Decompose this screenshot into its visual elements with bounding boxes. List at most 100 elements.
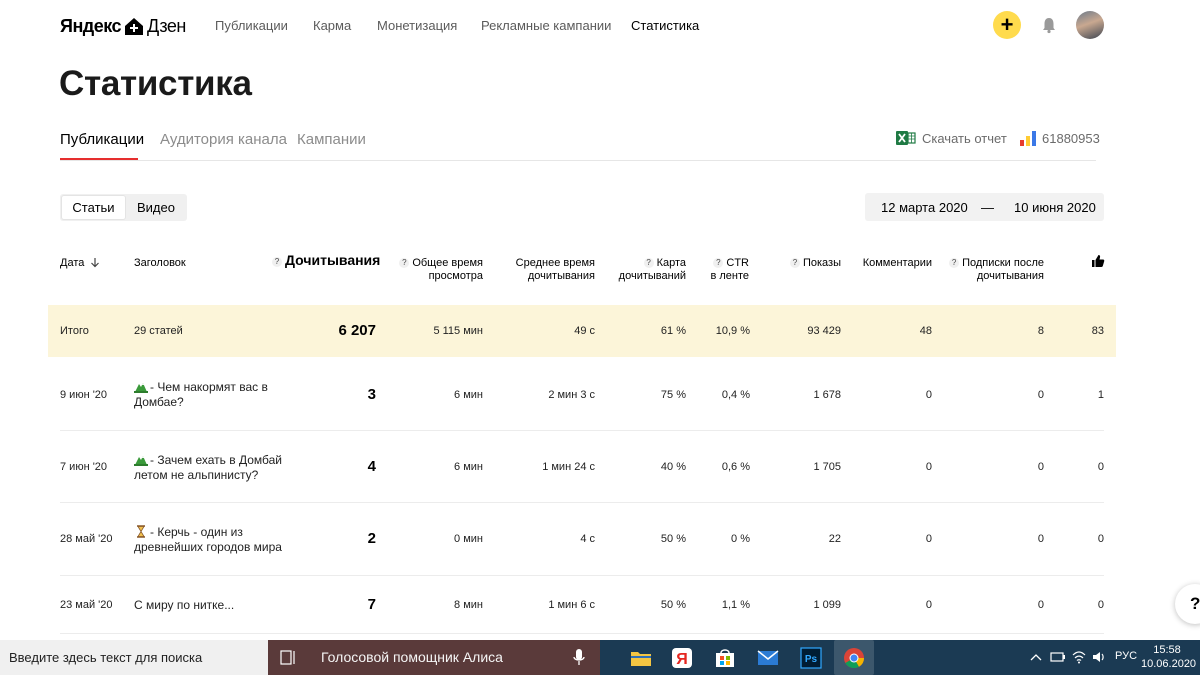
microphone-icon[interactable] (573, 649, 585, 666)
date-range-picker[interactable]: 12 марта 2020 — 10 июня 2020 (865, 193, 1104, 221)
metrika-counter[interactable]: 61880953 (1020, 130, 1100, 146)
header-ctr-line2: в ленте (710, 270, 749, 282)
chrome-active-tab[interactable] (834, 640, 874, 675)
tab-publications[interactable]: Публикации (60, 131, 144, 148)
task-view-icon (280, 650, 295, 665)
row-title-line1: - Зачем ехать в Домбай (150, 453, 282, 467)
metrika-counter-id: 61880953 (1042, 130, 1100, 146)
totals-article-count: 29 статей (134, 325, 183, 337)
nav-monetization[interactable]: Монетизация (377, 18, 457, 33)
header-reads[interactable]: ? Дочитывания (272, 253, 380, 269)
yandex-zen-logo[interactable]: Яндекс Дзен (60, 13, 186, 39)
header-comments[interactable]: Комментарии (855, 257, 932, 270)
totals-subscriptions: 8 (1037, 325, 1044, 337)
totals-read-map: 61 % (660, 325, 686, 337)
nav-karma[interactable]: Карма (313, 18, 351, 33)
header-total-time-line1: Общее время (412, 257, 483, 269)
house-icon (125, 18, 144, 35)
input-language[interactable]: РУС (1115, 650, 1137, 662)
row-date: 9 июн '20 (60, 389, 108, 401)
segment-video[interactable]: Видео (127, 196, 185, 219)
bell-icon[interactable] (1040, 16, 1058, 34)
download-report-button[interactable]: Скачать отчет (896, 130, 1007, 146)
alisa-voice-assistant[interactable]: Голосовой помощник Алиса (308, 640, 600, 675)
header-avg-time-line2: дочитывания (527, 270, 595, 282)
help-icon[interactable]: ? (643, 258, 654, 268)
taskbar-search-input[interactable]: Введите здесь текст для поиска (0, 640, 268, 675)
row-title-link[interactable]: - Чем накормят вас в Домбае? (134, 380, 268, 410)
content-type-switch: Статьи Видео (60, 194, 187, 221)
row-date: 23 май '20 (60, 599, 113, 611)
totals-row: Итого 29 статей 6 207 5 115 мин 49 с 61 … (48, 305, 1116, 357)
row-avg-time: 2 мин 3 с (548, 389, 595, 401)
header-shows-label: Показы (802, 257, 841, 269)
help-icon[interactable]: ? (789, 258, 800, 268)
nav-statistics[interactable]: Статистика (631, 18, 699, 33)
chevron-up-icon[interactable] (1030, 652, 1042, 662)
task-view-button[interactable] (268, 640, 308, 675)
row-date: 28 май '20 (60, 533, 113, 545)
row-subscriptions: 0 (1037, 533, 1044, 545)
user-avatar[interactable] (1076, 11, 1104, 39)
tab-channel-audience[interactable]: Аудитория канала (160, 131, 287, 148)
photoshop-icon[interactable]: Ps (799, 646, 823, 670)
nav-ad-campaigns[interactable]: Рекламные кампании (481, 18, 611, 33)
header-total-time[interactable]: ? Общее время просмотра (390, 257, 483, 283)
date-to[interactable]: 10 июня 2020 (1014, 200, 1096, 215)
tab-campaigns[interactable]: Кампании (297, 131, 366, 148)
help-icon[interactable]: ? (713, 258, 724, 268)
row-title-line2: летом не альпинисту? (134, 468, 259, 482)
row-ctr: 0 % (731, 533, 750, 545)
row-likes: 0 (1097, 461, 1104, 473)
header-avg-time-line1: Среднее время (515, 257, 595, 269)
totals-ctr: 10,9 % (715, 325, 750, 337)
header-shows[interactable]: ? Показы (775, 257, 841, 270)
header-read-map[interactable]: ? Карта дочитываний (605, 257, 686, 283)
yandex-browser-icon[interactable]: Я (670, 646, 694, 670)
mountain-icon (134, 456, 148, 466)
help-icon[interactable]: ? (272, 257, 282, 267)
mail-icon[interactable] (756, 646, 780, 670)
header-ctr[interactable]: ? CTR в ленте (700, 257, 749, 283)
row-subscriptions: 0 (1037, 599, 1044, 611)
row-title-link[interactable]: С миру по нитке... (134, 598, 234, 613)
header-avg-time[interactable]: Среднее время дочитывания (500, 257, 595, 283)
nav-publications[interactable]: Публикации (215, 18, 288, 33)
create-button[interactable]: + (993, 11, 1021, 39)
file-explorer-icon[interactable] (629, 646, 653, 670)
row-date: 7 июн '20 (60, 461, 108, 473)
row-shows: 1 678 (813, 389, 841, 401)
microsoft-store-icon[interactable] (713, 646, 737, 670)
battery-icon[interactable] (1050, 651, 1066, 663)
row-likes: 0 (1097, 599, 1104, 611)
totals-reads: 6 207 (338, 322, 376, 339)
row-title-link[interactable]: - Зачем ехать в Домбай летом не альпинис… (134, 453, 282, 483)
help-icon[interactable]: ? (399, 258, 410, 268)
date-separator: — (981, 200, 994, 215)
row-read-map: 75 % (660, 389, 686, 401)
row-divider (60, 575, 1104, 576)
help-icon[interactable]: ? (949, 258, 960, 268)
row-title-line1: С миру по нитке... (134, 598, 235, 612)
totals-shows: 93 429 (807, 325, 841, 337)
row-reads: 3 (367, 386, 376, 403)
clock-time: 15:58 (1153, 644, 1181, 656)
header-subscriptions[interactable]: ? Подписки после дочитывания (945, 257, 1044, 283)
row-title-link[interactable]: - Керчь - один из древнейших городов мир… (134, 525, 282, 555)
row-reads: 4 (367, 458, 376, 475)
system-clock[interactable]: 15:58 10.06.2020 (1141, 643, 1196, 671)
excel-icon (896, 131, 916, 145)
wifi-icon[interactable] (1072, 650, 1086, 664)
header-date-label: Дата (60, 257, 85, 269)
help-button[interactable]: ? (1175, 584, 1200, 624)
metrika-icon (1020, 130, 1036, 146)
thumbs-up-icon[interactable] (1091, 254, 1105, 268)
segment-articles[interactable]: Статьи (62, 196, 125, 219)
row-likes: 0 (1097, 533, 1104, 545)
download-report-label: Скачать отчет (922, 130, 1007, 146)
header-date[interactable]: Дата (60, 257, 100, 270)
row-subscriptions: 0 (1037, 389, 1044, 401)
date-from[interactable]: 12 марта 2020 (881, 200, 968, 215)
totals-likes: 83 (1091, 325, 1104, 337)
speaker-icon[interactable] (1092, 650, 1106, 664)
